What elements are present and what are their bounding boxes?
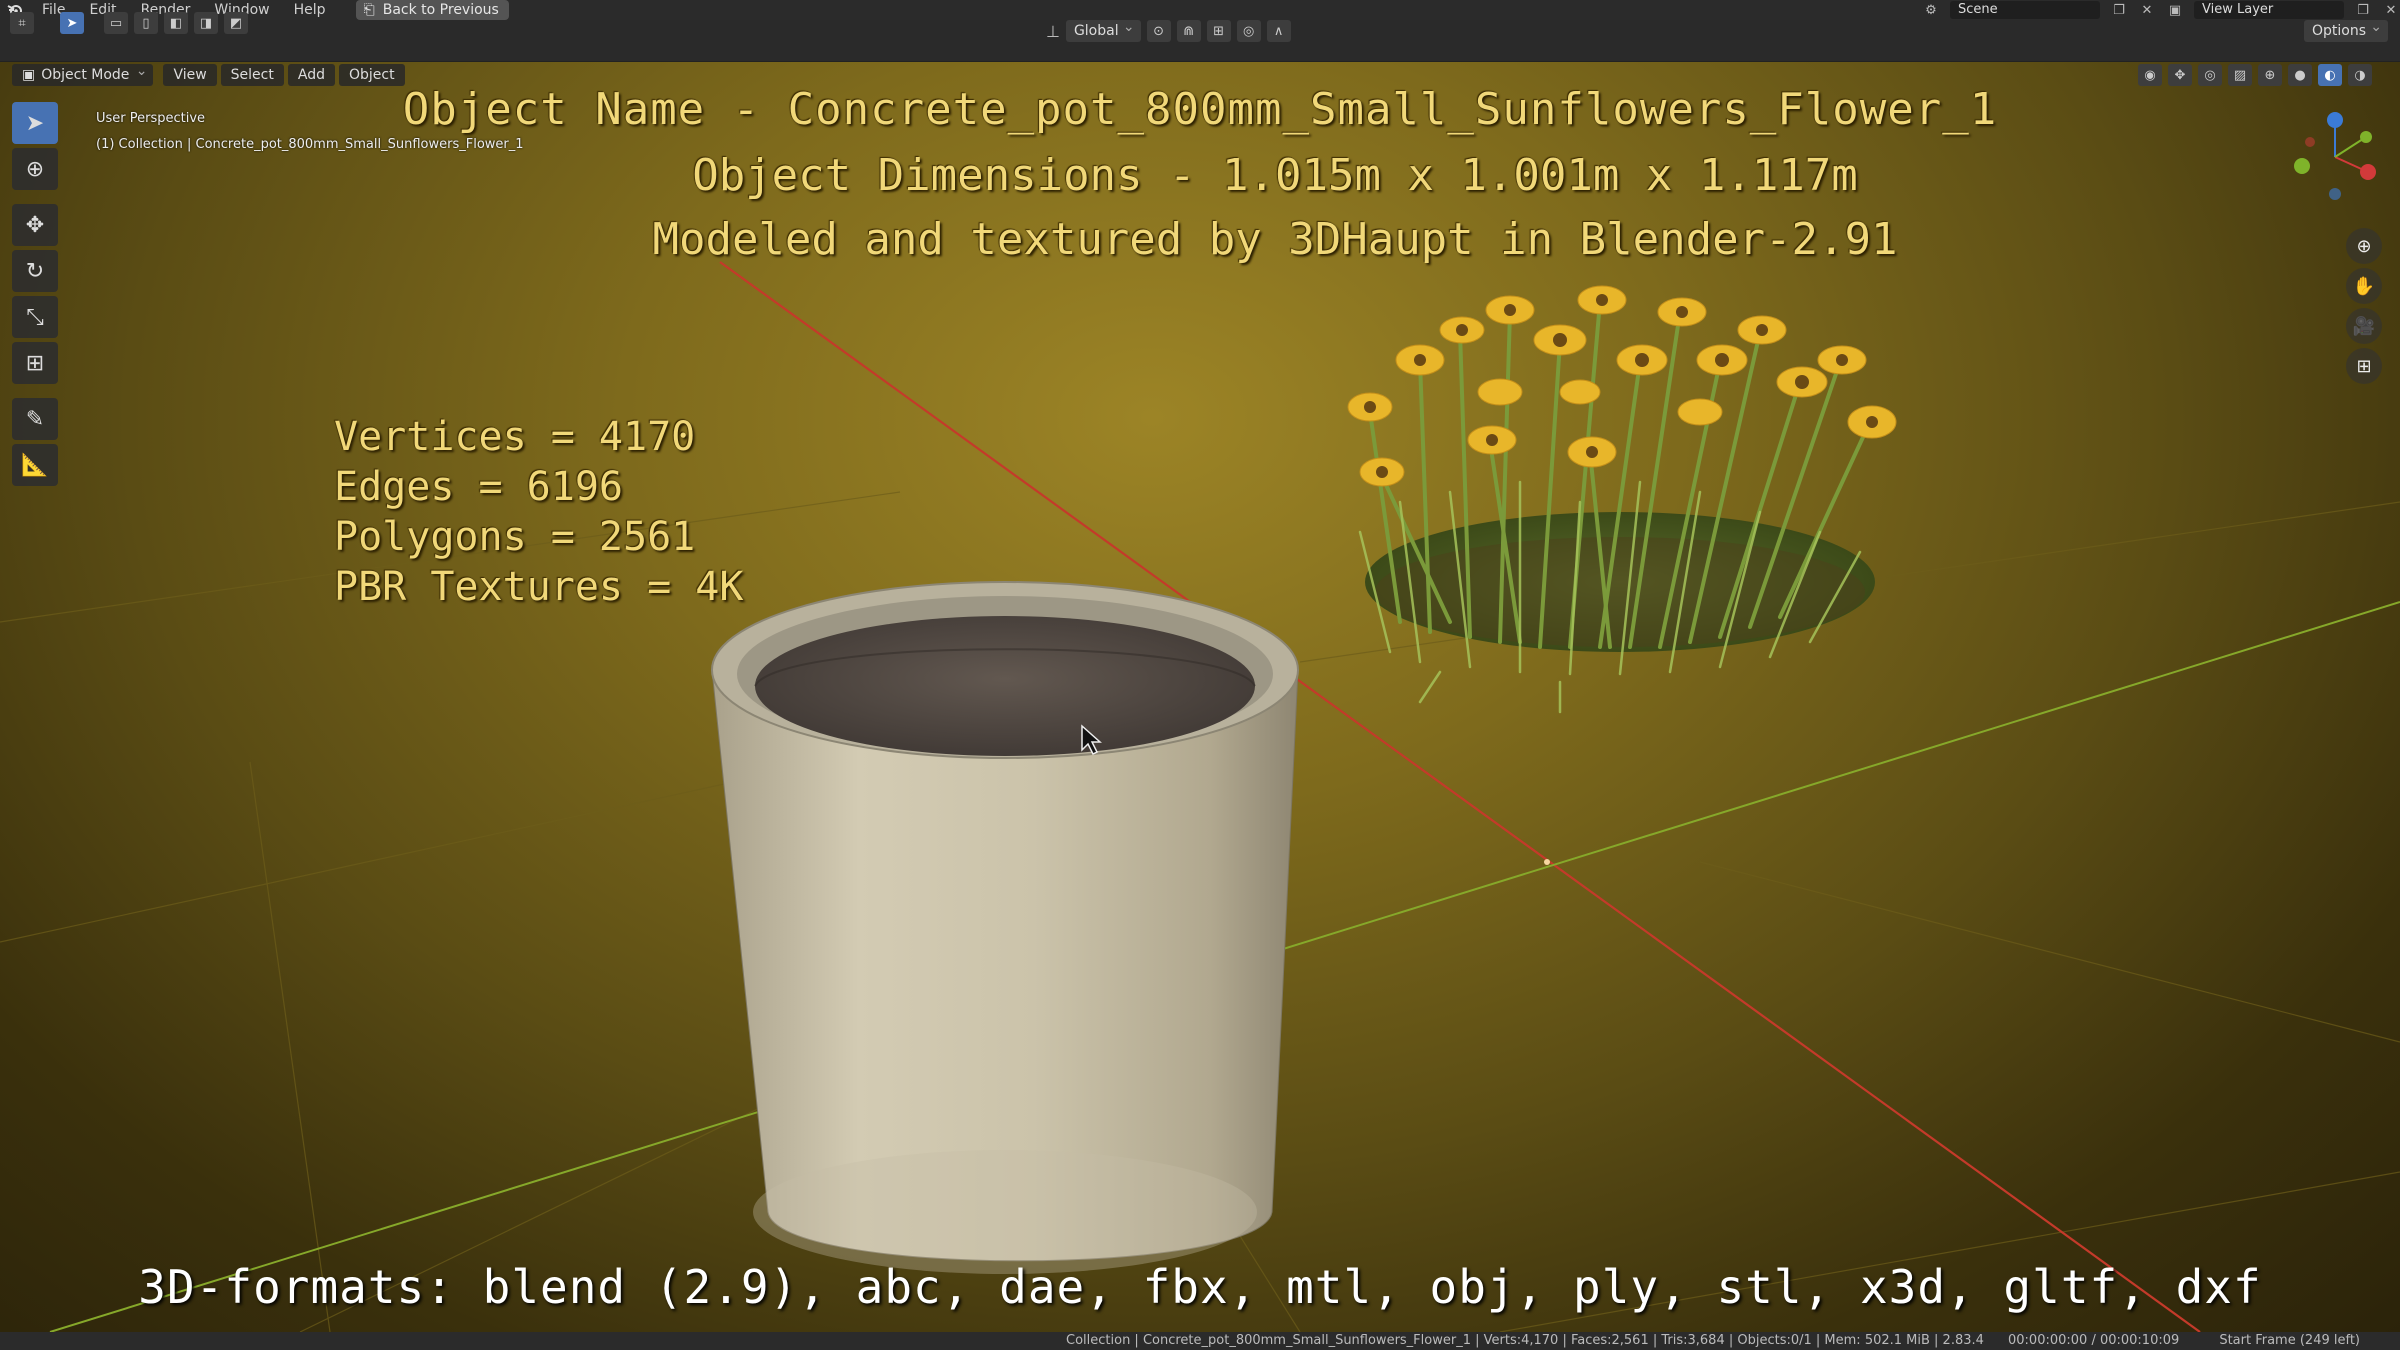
select-intersect-icon[interactable]: ◩ xyxy=(224,12,248,34)
delete-view-layer-icon[interactable]: ✕ xyxy=(2382,2,2400,18)
rendered-shading-icon[interactable]: ◑ xyxy=(2348,64,2372,86)
pan-icon[interactable]: ✋ xyxy=(2346,268,2382,304)
formats-overlay: 3D-formats: blend (2.9), abc, dae, fbx, … xyxy=(138,1260,2262,1314)
new-scene-icon[interactable]: ❐ xyxy=(2110,2,2128,18)
top-menu-bar: File Edit Render Window Help ⎗ Back to P… xyxy=(0,0,2400,20)
back-to-previous-button[interactable]: ⎗ Back to Previous xyxy=(355,0,509,20)
select-invert-icon[interactable]: ◨ xyxy=(194,12,218,34)
status-bar: Collection | Concrete_pot_800mm_Small_Su… xyxy=(0,1332,2400,1350)
annotate-tool-icon[interactable]: ✎ xyxy=(12,398,58,440)
wireframe-shading-icon[interactable]: ⊕ xyxy=(2258,64,2282,86)
vertices-stat: Vertices = 4170 xyxy=(334,414,696,460)
scene-selector[interactable]: Scene xyxy=(1950,1,2100,19)
options-group: Options xyxy=(2303,16,2388,42)
start-frame: Start Frame (249 left) xyxy=(2219,1333,2360,1348)
object-mode-label: Object Mode xyxy=(41,67,130,83)
modeled-by-overlay: Modeled and textured by 3DHaupt in Blend… xyxy=(652,214,1898,265)
perspective-toggle-icon[interactable]: ⊞ xyxy=(2346,348,2382,384)
timecode: 00:00:00:00 / 00:00:10:09 xyxy=(2008,1333,2180,1348)
menu-add[interactable]: Add xyxy=(287,64,335,86)
scale-tool-icon[interactable]: ⤡ xyxy=(12,296,58,338)
falloff-icon[interactable]: ∧ xyxy=(1266,20,1291,42)
3d-viewport[interactable]: ▣ Object Mode View Select Add Object ◉ ✥… xyxy=(0,62,2400,1332)
pivot-point-icon[interactable]: ⊙ xyxy=(1146,20,1171,42)
scene-view-layer-group: ⚙ Scene ❐ ✕ ▣ View Layer ❐ ✕ xyxy=(1922,0,2400,20)
material-preview-shading-icon[interactable]: ◐ xyxy=(2318,64,2342,86)
view-layer-selector[interactable]: View Layer xyxy=(2194,1,2344,19)
object-mode-dropdown[interactable]: ▣ Object Mode xyxy=(12,62,154,86)
options-dropdown[interactable]: Options xyxy=(2303,16,2388,42)
select-tool-icon[interactable]: ➤ xyxy=(60,12,84,34)
scene-stats: Collection | Concrete_pot_800mm_Small_Su… xyxy=(1066,1333,1984,1348)
overlays-icon[interactable]: ◎ xyxy=(2198,64,2222,86)
solid-shading-icon[interactable]: ● xyxy=(2288,64,2312,86)
transform-tool-icon[interactable]: ⊞ xyxy=(12,342,58,384)
select-extend-icon[interactable]: ▯ xyxy=(134,12,158,34)
scene-icon[interactable]: ⚙ xyxy=(1922,2,1940,18)
select-new-icon[interactable]: ▭ xyxy=(104,12,128,34)
view-layer-icon[interactable]: ▣ xyxy=(2166,2,2184,18)
mesh-stats-overlay: Vertices = 4170 Edges = 6196 Polygons = … xyxy=(334,412,743,612)
back-icon: ⎗ xyxy=(363,2,375,18)
menu-view[interactable]: View xyxy=(163,64,217,86)
snap-icon[interactable]: ⋒ xyxy=(1176,20,1201,42)
transform-group: ⊥ Global ⊙ ⋒ ⊞ ◎ ∧ xyxy=(1046,16,1291,42)
menu-select[interactable]: Select xyxy=(220,64,284,86)
visibility-icon[interactable]: ◉ xyxy=(2138,64,2162,86)
edges-stat: Edges = 6196 xyxy=(334,464,623,510)
sunflowers-object[interactable] xyxy=(1347,285,1897,714)
menu-help[interactable]: Help xyxy=(282,0,338,20)
measure-tool-icon[interactable]: 📐 xyxy=(12,444,58,486)
object-name-overlay: Object Name - Concrete_pot_800mm_Small_S… xyxy=(402,84,1998,135)
editor-type-group: ⌗ ➤ ▭ ▯ ◧ ◨ ◩ xyxy=(10,12,248,34)
transform-orientation-dropdown[interactable]: Global xyxy=(1065,16,1141,42)
tool-header: ⌗ ➤ ▭ ▯ ◧ ◨ ◩ ⊥ Global ⊙ ⋒ ⊞ ◎ ∧ Options xyxy=(0,12,2400,62)
gizmo-icon[interactable]: ✥ xyxy=(2168,64,2192,86)
textures-stat: PBR Textures = 4K xyxy=(334,564,744,610)
viewport-shading-group: ◉ ✥ ◎ ▨ ⊕ ● ◐ ◑ xyxy=(2138,64,2372,86)
proportional-editing-icon[interactable]: ◎ xyxy=(1236,20,1261,42)
object-dimensions-overlay: Object Dimensions - 1.015m x 1.001m x 1.… xyxy=(692,150,1858,201)
transform-orientation-icon: ⊥ xyxy=(1046,21,1060,41)
3d-cursor[interactable] xyxy=(1544,859,1550,865)
polygons-stat: Polygons = 2561 xyxy=(334,514,696,560)
xray-icon[interactable]: ▨ xyxy=(2228,64,2252,86)
select-subtract-icon[interactable]: ◧ xyxy=(164,12,188,34)
object-mode-icon: ▣ xyxy=(22,67,36,83)
editor-type-icon[interactable]: ⌗ xyxy=(10,12,34,34)
delete-scene-icon[interactable]: ✕ xyxy=(2138,2,2156,18)
back-to-previous-label: Back to Previous xyxy=(382,2,499,18)
camera-icon[interactable]: 🎥 xyxy=(2346,308,2382,344)
menu-object[interactable]: Object xyxy=(338,64,405,86)
snap-target-icon[interactable]: ⊞ xyxy=(1206,20,1231,42)
concrete-pot-object[interactable] xyxy=(711,581,1299,1274)
